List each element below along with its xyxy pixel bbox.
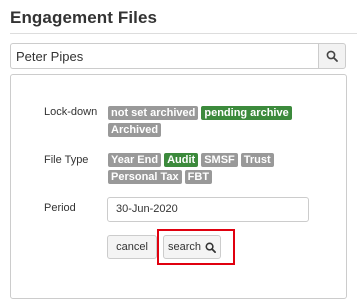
search-input[interactable]: Peter Pipes <box>10 43 319 69</box>
filetype-tag[interactable]: Audit <box>164 153 199 167</box>
filetype-tag[interactable]: Personal Tax <box>108 170 182 184</box>
period-label: Period <box>44 202 76 214</box>
cancel-button[interactable]: cancel <box>107 235 157 259</box>
lockdown-tag[interactable]: Archived <box>108 123 162 137</box>
filetype-tag[interactable]: Trust <box>240 153 274 167</box>
filetype-tag[interactable]: Year End <box>108 153 162 167</box>
filetype-tag[interactable]: FBT <box>184 170 213 184</box>
lockdown-tags: not set archived pending archive Archived <box>108 106 308 137</box>
filetype-tags: Year End Audit SMSF Trust Personal Tax FBT <box>108 153 308 184</box>
lockdown-tag[interactable]: pending archive <box>201 106 292 120</box>
lockdown-label: Lock-down <box>44 106 98 118</box>
search-icon <box>326 50 338 62</box>
lockdown-tag[interactable]: not set archived <box>108 106 199 120</box>
period-date-input[interactable]: 30-Jun-2020 <box>107 197 309 222</box>
search-submit-button[interactable] <box>318 43 346 69</box>
highlight-box <box>157 229 235 265</box>
filter-panel: Lock-down not set archived pending archiv… <box>10 74 347 299</box>
filetype-tag[interactable]: SMSF <box>201 153 238 167</box>
filetype-label: File Type <box>44 154 89 166</box>
page-title: Engagement Files <box>10 8 158 27</box>
title-divider <box>10 33 357 34</box>
